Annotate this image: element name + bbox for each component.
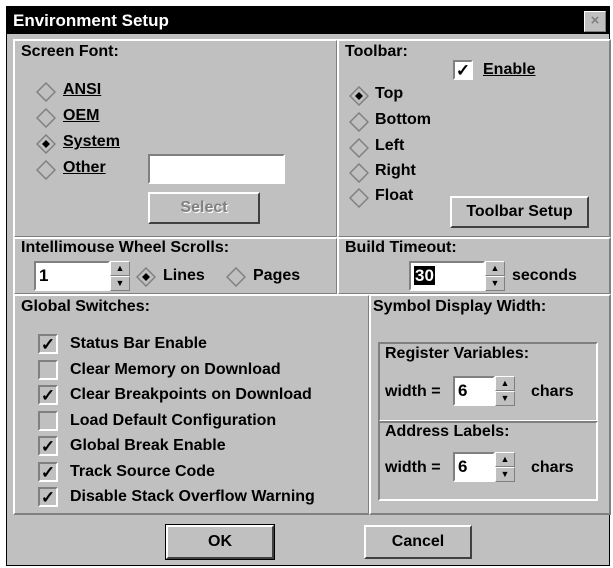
register-width-value: 6 [458,381,468,400]
ok-button[interactable]: OK [165,524,275,560]
font-radio-oem[interactable] [35,107,57,129]
cancel-button-label: Cancel [391,533,445,550]
symbol-display-label: Symbol Display Width: [373,298,547,315]
other-font-field[interactable] [148,154,285,184]
global-checkbox-clear-breakpoints-on-download[interactable]: ✓ [38,385,58,405]
address-width-prefix: width = [385,459,441,476]
wheel-spin-down[interactable]: ▼ [110,276,130,291]
wheel-spinner[interactable]: ▲ ▼ [110,261,130,291]
register-width-spinner[interactable]: ▲ ▼ [495,376,515,406]
font-radio-ansi[interactable] [35,81,57,103]
environment-setup-dialog: Environment Setup × Screen Font: ANSI OEM… [6,6,611,566]
build-timeout-value: 30 [414,266,435,285]
font-option-label-other[interactable]: Other [63,159,106,177]
toolbar-radio-left[interactable] [348,137,370,159]
register-width-unit: chars [531,383,574,400]
global-checkbox-global-break-enable[interactable]: ✓ [38,436,58,456]
address-spin-up[interactable]: ▲ [495,452,515,467]
global-switches-label: Global Switches: [21,298,150,315]
toolbar-radio-right[interactable] [348,162,370,184]
global-checkbox-disable-stack-overflow-warning[interactable]: ✓ [38,487,58,507]
toolbar-radio-top[interactable] [348,85,370,107]
wheel-scroll-label: Intellimouse Wheel Scrolls: [21,239,230,256]
global-checkbox-clear-memory-on-download[interactable] [38,359,58,380]
build-spin-up[interactable]: ▲ [485,261,505,276]
global-switch-label-load-default-configuration[interactable]: Load Default Configuration [70,412,276,430]
build-timeout-spinner[interactable]: ▲ ▼ [485,261,505,291]
title-bar: Environment Setup × [7,7,609,34]
toolbar-option-label-right[interactable]: Right [375,162,416,180]
pages-label[interactable]: Pages [253,267,300,285]
wheel-value-field[interactable]: 1 [34,261,110,291]
ok-button-label: OK [208,533,232,550]
build-timeout-unit: seconds [512,267,577,284]
toolbar-enable-label[interactable]: Enable [483,61,535,79]
address-width-unit: chars [531,459,574,476]
toolbar-radio-float[interactable] [348,187,370,209]
toolbar-option-label-left[interactable]: Left [375,137,404,155]
font-radio-other[interactable] [35,159,57,181]
global-switch-label-status-bar-enable[interactable]: Status Bar Enable [70,335,207,353]
lines-radio[interactable] [136,267,156,287]
global-switch-label-global-break-enable[interactable]: Global Break Enable [70,437,226,455]
global-switch-label-track-source-code[interactable]: Track Source Code [70,463,215,481]
register-variables-label: Register Variables: [385,345,530,362]
window-title: Environment Setup [13,11,169,30]
register-spin-down[interactable]: ▼ [495,391,515,406]
font-option-label-oem[interactable]: OEM [63,107,99,125]
toolbar-radio-bottom[interactable] [348,111,370,133]
address-width-value: 6 [458,457,468,476]
wheel-spin-up[interactable]: ▲ [110,261,130,276]
build-timeout-label: Build Timeout: [345,239,457,256]
global-switches-group [13,294,370,515]
toolbar-option-label-bottom[interactable]: Bottom [375,111,431,129]
font-option-label-system[interactable]: System [63,133,120,151]
address-spin-down[interactable]: ▼ [495,467,515,482]
select-button[interactable]: Select [148,192,260,224]
address-width-field[interactable]: 6 [453,452,495,482]
font-option-label-ansi[interactable]: ANSI [63,81,101,99]
toolbar-enable-checkbox[interactable]: ✓ [453,60,473,80]
screen-font-label: Screen Font: [21,43,119,60]
wheel-value: 1 [39,266,49,285]
cancel-button[interactable]: Cancel [364,525,472,559]
register-spin-up[interactable]: ▲ [495,376,515,391]
global-checkbox-load-default-configuration[interactable] [38,410,58,431]
register-width-field[interactable]: 6 [453,376,495,406]
global-switch-label-clear-memory-on-download[interactable]: Clear Memory on Download [70,361,281,379]
build-spin-down[interactable]: ▼ [485,276,505,291]
address-width-spinner[interactable]: ▲ ▼ [495,452,515,482]
global-switch-label-clear-breakpoints-on-download[interactable]: Clear Breakpoints on Download [70,386,312,404]
toolbar-setup-button[interactable]: Toolbar Setup [450,196,589,228]
font-radio-system[interactable] [35,133,57,155]
address-labels-label: Address Labels: [385,423,510,440]
global-checkbox-status-bar-enable[interactable]: ✓ [38,334,58,354]
build-timeout-field[interactable]: 30 [409,261,485,291]
global-checkbox-track-source-code[interactable]: ✓ [38,461,58,482]
toolbar-option-label-float[interactable]: Float [375,187,413,205]
register-width-prefix: width = [385,383,441,400]
global-switch-label-disable-stack-overflow-warning[interactable]: Disable Stack Overflow Warning [70,488,315,506]
pages-radio[interactable] [226,267,246,287]
toolbar-setup-label: Toolbar Setup [466,203,573,220]
lines-label[interactable]: Lines [163,267,205,285]
select-button-label: Select [180,199,228,216]
close-button[interactable]: × [584,11,606,32]
toolbar-label: Toolbar: [345,43,408,60]
toolbar-option-label-top[interactable]: Top [375,85,403,103]
